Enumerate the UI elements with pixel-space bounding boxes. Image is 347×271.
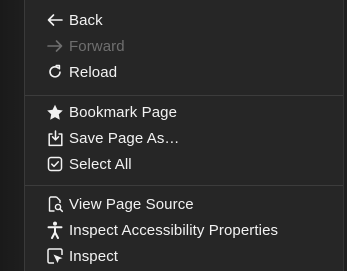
star-icon (45, 102, 65, 122)
menu-item-back[interactable]: Back (45, 9, 103, 31)
menu-item-label: Reload (69, 63, 118, 81)
context-menu: Back Forward Reload Bookmark Page Save P… (24, 0, 344, 271)
accessibility-icon (45, 220, 65, 240)
arrow-left-icon (45, 10, 65, 30)
menu-item-label: Inspect (69, 247, 119, 265)
menu-item-view-page-source[interactable]: View Page Source (45, 193, 194, 215)
menu-item-save-page-as[interactable]: Save Page As… (45, 127, 180, 149)
menu-item-label: Inspect Accessibility Properties (69, 221, 279, 239)
menu-item-bookmark-page[interactable]: Bookmark Page (45, 101, 177, 123)
arrow-right-icon (45, 36, 65, 56)
screen: Back Forward Reload Bookmark Page Save P… (0, 0, 347, 271)
save-icon (45, 128, 65, 148)
menu-item-label: View Page Source (69, 195, 194, 213)
menu-item-reload[interactable]: Reload (45, 61, 117, 83)
select-all-icon (45, 154, 65, 174)
menu-separator (25, 95, 343, 96)
reload-icon (45, 62, 65, 82)
menu-item-label: Select All (69, 155, 132, 173)
menu-item-forward[interactable]: Forward (45, 35, 125, 57)
inspect-icon (45, 246, 65, 266)
menu-item-label: Bookmark Page (69, 103, 178, 121)
menu-separator (25, 185, 343, 186)
menu-item-inspect-accessibility-properties[interactable]: Inspect Accessibility Properties (45, 219, 278, 241)
menu-item-label: Forward (69, 37, 125, 55)
menu-item-select-all[interactable]: Select All (45, 153, 132, 175)
page-source-icon (45, 194, 65, 214)
menu-item-inspect[interactable]: Inspect (45, 245, 118, 267)
menu-item-label: Save Page As… (69, 129, 180, 147)
menu-item-label: Back (69, 11, 103, 29)
